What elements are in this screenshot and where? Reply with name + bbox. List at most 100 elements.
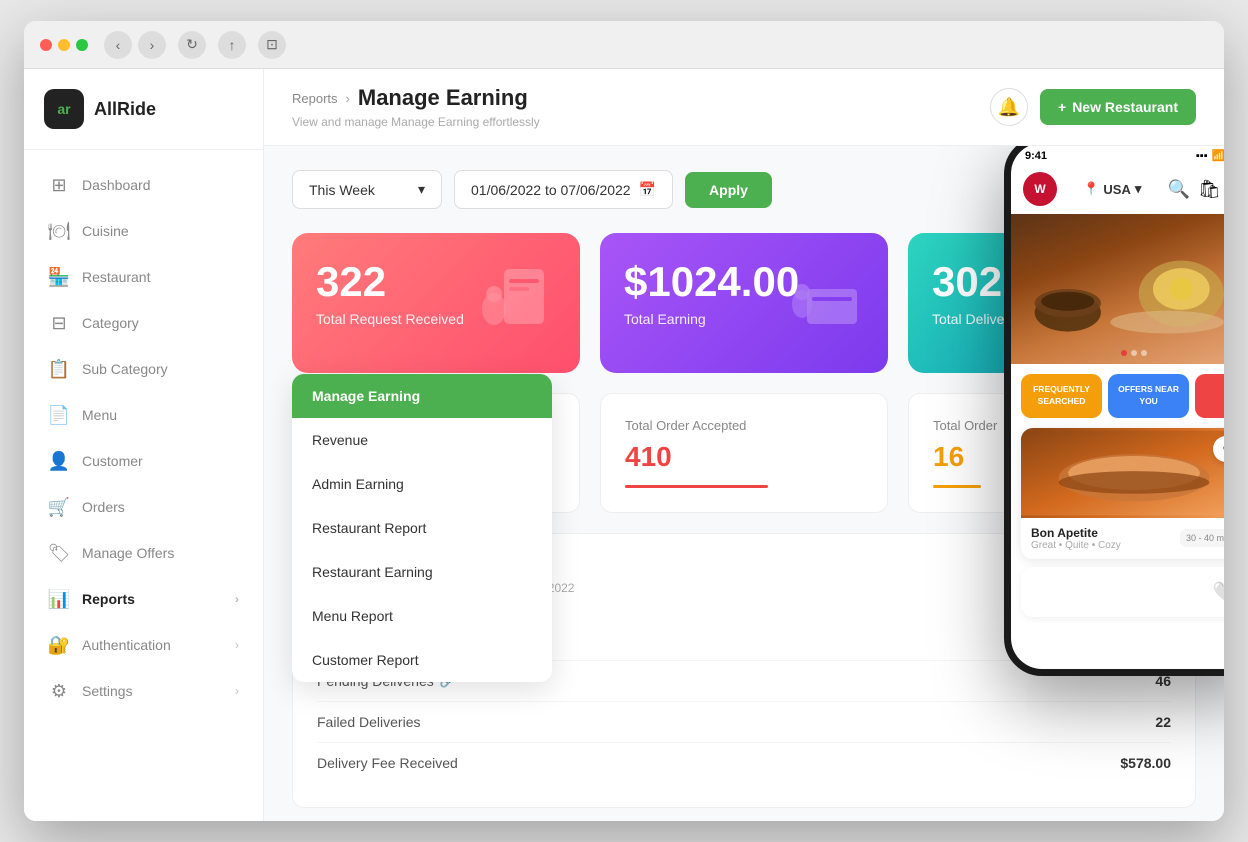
- new-restaurant-label: New Restaurant: [1072, 99, 1178, 115]
- phone-hero-image: [1011, 214, 1224, 364]
- period-label: This Week: [309, 182, 375, 198]
- manage-offers-icon: 🏷: [48, 542, 70, 564]
- sidebar-item-label: Cuisine: [82, 223, 239, 239]
- apply-button[interactable]: Apply: [685, 172, 772, 208]
- bag-icon[interactable]: 🛍: [1198, 179, 1221, 200]
- dropdown-item-restaurant-report[interactable]: Restaurant Report: [292, 506, 552, 550]
- total-order-bar: [933, 485, 981, 488]
- signal-icon: ▪▪▪: [1196, 150, 1208, 162]
- cat-extra[interactable]: [1195, 374, 1224, 418]
- sidebar-item-label: Manage Offers: [82, 545, 239, 561]
- fee-label: Delivery Fee Received: [317, 755, 458, 771]
- sidebar-item-label: Category: [82, 315, 239, 331]
- search-icon[interactable]: 🔍: [1168, 179, 1190, 200]
- window-button[interactable]: ⊡: [258, 31, 286, 59]
- plus-icon: +: [1058, 99, 1066, 115]
- dropdown-item-admin-earning[interactable]: Admin Earning: [292, 462, 552, 506]
- heart-icon-2[interactable]: 🤍: [1213, 581, 1224, 602]
- hero-food-overlay: [1011, 214, 1224, 364]
- sidebar-item-manage-offers[interactable]: 🏷 Manage Offers: [24, 530, 263, 576]
- bell-icon: 🔔: [998, 97, 1020, 118]
- order-accepted-bar: [625, 485, 768, 488]
- close-button[interactable]: [40, 39, 52, 51]
- phone-second-food-card: 🤍: [1021, 567, 1224, 617]
- mini-stat-label-accepted: Total Order Accepted: [625, 418, 863, 433]
- phone-time: 9:41: [1025, 150, 1047, 162]
- browser-window: ‹ › ↻ ↑ ⊡ ar AllRide ⊞ Dashboard 🍽: [24, 21, 1224, 821]
- fee-value: $578.00: [1120, 755, 1171, 771]
- dropdown-item-revenue[interactable]: Revenue: [292, 418, 552, 462]
- hero-dots: [1121, 350, 1147, 356]
- dropdown-item-menu-report[interactable]: Menu Report: [292, 594, 552, 638]
- sidebar-item-restaurant[interactable]: 🏪 Restaurant: [24, 254, 263, 300]
- maximize-button[interactable]: [76, 39, 88, 51]
- date-range-label: 01/06/2022 to 07/06/2022: [471, 182, 631, 198]
- food-card-image: ♥: [1021, 428, 1224, 518]
- dropdown-item-customer-report[interactable]: Customer Report: [292, 638, 552, 682]
- chevron-down-icon: ▾: [418, 181, 425, 198]
- sidebar-item-authentication[interactable]: 🔐 Authentication ›: [24, 622, 263, 668]
- sidebar-item-settings[interactable]: ⚙ Settings ›: [24, 668, 263, 714]
- sidebar-item-customer[interactable]: 👤 Customer: [24, 438, 263, 484]
- orders-icon: 🛒: [48, 496, 70, 518]
- phone-header: W 📍 USA ▾ 🔍 🛍 ⚙: [1011, 168, 1224, 214]
- dropdown-item-restaurant-earning[interactable]: Restaurant Earning: [292, 550, 552, 594]
- period-select[interactable]: This Week ▾: [292, 170, 442, 209]
- notification-button[interactable]: 🔔: [990, 88, 1028, 126]
- offers-near-you-label: OFFERS NEAR YOU: [1112, 384, 1185, 408]
- sidebar-item-label: Sub Category: [82, 361, 239, 377]
- card-illustration-earning: [782, 259, 872, 365]
- cuisine-icon: 🍽: [48, 220, 70, 242]
- page-body: This Week ▾ 01/06/2022 to 07/06/2022 📅 A…: [264, 146, 1224, 821]
- new-restaurant-button[interactable]: + New Restaurant: [1040, 89, 1196, 125]
- dropdown-item-manage-earning[interactable]: Manage Earning: [292, 374, 552, 418]
- food-card-text: Bon Apetite Great • Quite • Cozy: [1031, 526, 1121, 551]
- page-title: Manage Earning: [358, 85, 528, 111]
- logo-icon: ar: [44, 89, 84, 129]
- stat-card-requests: 322 Total Request Received: [292, 233, 580, 373]
- refresh-button[interactable]: ↻: [178, 31, 206, 59]
- cat-frequently-searched[interactable]: FREQUENTLYSEARCHED: [1021, 374, 1102, 418]
- back-button[interactable]: ‹: [104, 31, 132, 59]
- phone-signal-icons: ▪▪▪ 📶 🔋: [1196, 149, 1224, 162]
- sidebar-item-category[interactable]: ⊟ Category: [24, 300, 263, 346]
- phone-mockup: 9:41 ▪▪▪ 📶 🔋 W: [1004, 146, 1224, 676]
- sidebar-item-label: Settings: [82, 683, 223, 699]
- sidebar-item-label: Orders: [82, 499, 239, 515]
- chevron-down-icon: ▾: [1135, 181, 1142, 197]
- card-illustration-requests: [474, 259, 564, 365]
- sub-category-icon: 📋: [48, 358, 70, 380]
- restaurant-icon: 🏪: [48, 266, 70, 288]
- page-subtitle: View and manage Manage Earning effortles…: [292, 115, 540, 129]
- sidebar-item-label: Customer: [82, 453, 239, 469]
- mini-stat-order-accepted: Total Order Accepted 410: [600, 393, 888, 513]
- date-range-picker[interactable]: 01/06/2022 to 07/06/2022 📅: [454, 170, 673, 209]
- sidebar: ar AllRide ⊞ Dashboard 🍽 Cuisine 🏪 Resta…: [24, 69, 264, 821]
- sidebar-item-menu[interactable]: 📄 Menu: [24, 392, 263, 438]
- phone-food-card: ♥ Bon Apetite Great • Quite • Cozy 30 - …: [1021, 428, 1224, 559]
- sidebar-item-sub-category[interactable]: 📋 Sub Category: [24, 346, 263, 392]
- sidebar-item-dashboard[interactable]: ⊞ Dashboard: [24, 162, 263, 208]
- phone-mockup-container: 9:41 ▪▪▪ 📶 🔋 W: [1004, 146, 1224, 676]
- minimize-button[interactable]: [58, 39, 70, 51]
- sidebar-item-reports[interactable]: 📊 Reports ›: [24, 576, 263, 622]
- menu-icon: 📄: [48, 404, 70, 426]
- phone-logo-icon: W: [1023, 172, 1057, 206]
- dashboard-icon: ⊞: [48, 174, 70, 196]
- sidebar-item-cuisine[interactable]: 🍽 Cuisine: [24, 208, 263, 254]
- food-subtitle: Great • Quite • Cozy: [1031, 540, 1121, 551]
- sidebar-item-orders[interactable]: 🛒 Orders: [24, 484, 263, 530]
- stat-card-earning: $1024.00 Total Earning: [600, 233, 888, 373]
- share-button[interactable]: ↑: [218, 31, 246, 59]
- sidebar-item-label: Reports: [82, 591, 223, 607]
- food-name: Bon Apetite: [1031, 526, 1121, 540]
- phone-location: 📍 USA ▾: [1083, 181, 1141, 197]
- cat-offers-near-you[interactable]: OFFERS NEAR YOU: [1108, 374, 1189, 418]
- logo-text: AllRide: [94, 99, 156, 120]
- settings-icon: ⚙: [48, 680, 70, 702]
- authentication-arrow-icon: ›: [235, 638, 239, 652]
- forward-button[interactable]: ›: [138, 31, 166, 59]
- calendar-icon: 📅: [639, 181, 656, 198]
- top-bar: Reports › Manage Earning View and manage…: [264, 69, 1224, 146]
- food-card-info: Bon Apetite Great • Quite • Cozy 30 - 40…: [1021, 518, 1224, 559]
